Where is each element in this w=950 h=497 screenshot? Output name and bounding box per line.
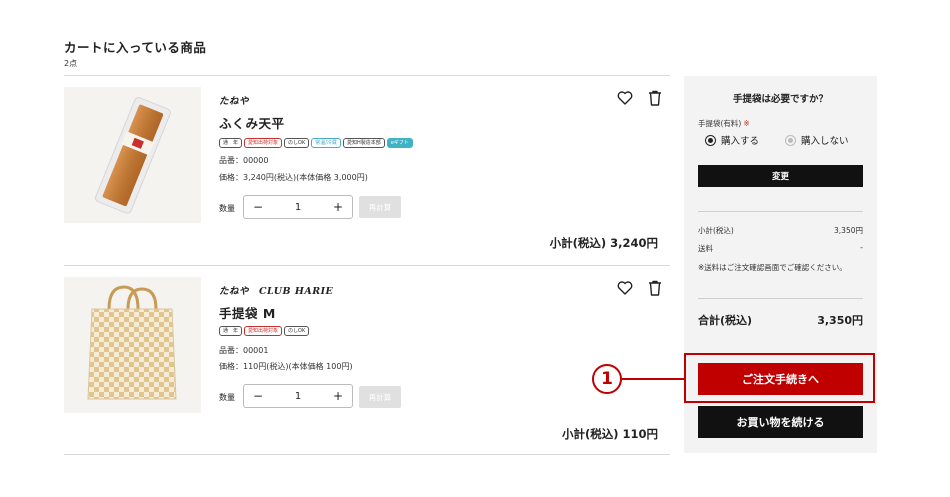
divider — [64, 265, 670, 266]
tag-shipping: 愛知出荷対象 — [244, 326, 283, 336]
product-name[interactable]: 手提袋 M — [219, 303, 276, 322]
quantity-value[interactable]: 1 — [295, 391, 301, 402]
change-button[interactable]: 変更 — [698, 165, 863, 187]
subtotal-label: 小計(税込) — [698, 226, 734, 235]
tag-factory: 愛知H製造本部 — [342, 138, 385, 148]
tag-egift: eギフト — [386, 138, 413, 148]
radio-selected-icon[interactable] — [705, 134, 716, 146]
total-label: 合計(税込) — [698, 314, 753, 327]
tag-season: 通 年 — [219, 326, 243, 336]
divider — [64, 75, 670, 76]
subtotal-value: 3,350円 — [834, 226, 863, 235]
minus-button[interactable]: − — [252, 389, 264, 403]
plus-button[interactable]: + — [332, 389, 344, 403]
radio-buy[interactable]: 購入する — [705, 133, 759, 147]
tag-season: 通 年 — [219, 138, 243, 148]
callout-number: 1 — [592, 364, 622, 394]
product-price: 価格：110円(税込)(本体価格 100円) — [219, 362, 353, 371]
divider — [698, 298, 863, 299]
cart-title: カートに入っている商品 — [64, 40, 207, 55]
heart-icon[interactable] — [616, 89, 634, 107]
quantity-label: 数量 — [219, 204, 235, 213]
quantity-stepper: − 1 + — [243, 195, 353, 219]
radio-unselected-icon[interactable] — [785, 134, 796, 146]
tag-temperature: 常温/冷蔵 — [311, 138, 341, 148]
radio-no-buy-label: 購入しない — [801, 136, 849, 147]
product-tags: 通 年 愛知出荷対象 のしOK 常温/冷蔵 愛知H製造本部 eギフト — [219, 138, 413, 148]
bag-note-mark: ※ — [743, 119, 750, 128]
brand-logo: たねや — [219, 96, 250, 107]
bag-label: 手提袋(有料) ※ — [698, 118, 750, 129]
tag-noshi: のしOK — [284, 326, 310, 336]
radio-no-buy[interactable]: 購入しない — [785, 133, 849, 147]
shipping-value: - — [860, 243, 863, 252]
callout-highlight-box — [684, 353, 875, 403]
quantity-value[interactable]: 1 — [295, 202, 301, 213]
product-tags: 通 年 愛知出荷対象 のしOK — [219, 326, 310, 336]
trash-icon[interactable] — [646, 89, 664, 107]
cart-item-count: 2点 — [64, 59, 78, 68]
product-sku: 品番：00000 — [219, 156, 269, 165]
bag-question: 手提袋は必要ですか？ — [732, 94, 828, 105]
continue-shopping-button[interactable]: お買い物を続ける — [698, 406, 863, 438]
tag-noshi: のしOK — [284, 138, 310, 148]
radio-buy-label: 購入する — [721, 136, 760, 147]
shipping-label: 送料 — [698, 244, 713, 253]
shipping-note: ※送料はご注文確認画面でご確認ください。 — [698, 263, 847, 272]
trash-icon[interactable] — [646, 279, 664, 297]
tag-shipping: 愛知出荷対象 — [244, 138, 283, 148]
total-row: 合計(税込) 3,350円 — [698, 312, 863, 328]
callout-line — [622, 378, 684, 380]
item-subtotal: 小計(税込) 110円 — [561, 427, 658, 441]
product-image[interactable] — [64, 277, 201, 413]
total-value: 3,350円 — [817, 314, 863, 327]
quantity-label: 数量 — [219, 393, 235, 402]
bag-label-text: 手提袋(有料) — [698, 119, 742, 128]
recalculate-button[interactable]: 再計算 — [359, 386, 401, 408]
product-sku: 品番：00001 — [219, 346, 269, 355]
minus-button[interactable]: − — [252, 200, 264, 214]
quantity-stepper: − 1 + — [243, 384, 353, 408]
divider — [64, 454, 670, 455]
item-subtotal: 小計(税込) 3,240円 — [549, 236, 658, 250]
recalculate-button[interactable]: 再計算 — [359, 196, 401, 218]
product-image[interactable] — [64, 87, 201, 223]
product-price: 価格：3,240円(税込)(本体価格 3,000円) — [219, 173, 368, 182]
brand-logo: たねや CLUB HARIE — [219, 286, 334, 297]
product-name[interactable]: ふくみ天平 — [219, 113, 285, 132]
heart-icon[interactable] — [616, 279, 634, 297]
plus-button[interactable]: + — [332, 200, 344, 214]
subtotal-row: 小計(税込) 3,350円 — [698, 225, 863, 236]
divider — [698, 211, 863, 212]
shipping-row: 送料 - — [698, 243, 863, 254]
